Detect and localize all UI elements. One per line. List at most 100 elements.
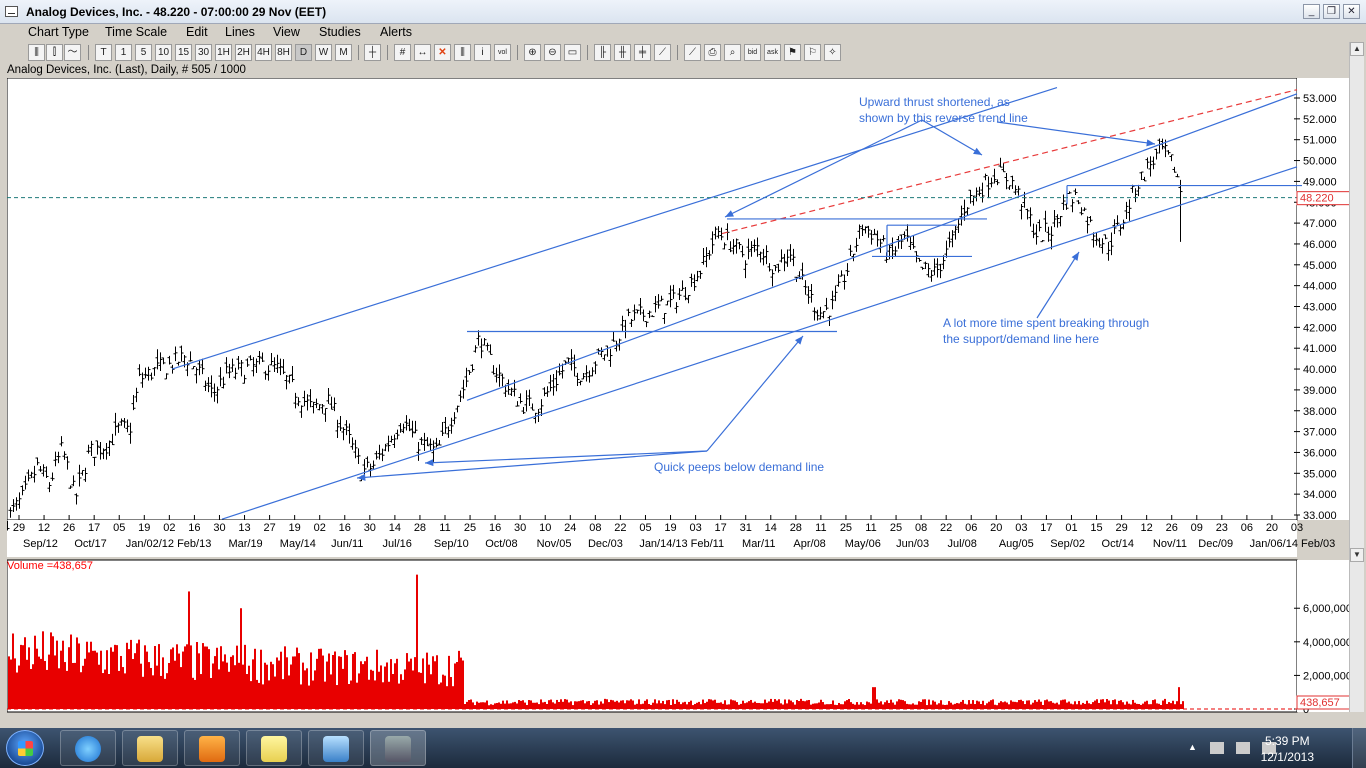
volume-bar xyxy=(304,670,306,709)
menu-lines[interactable]: Lines xyxy=(225,25,255,39)
volume-bar xyxy=(864,705,866,709)
price-volume-chart[interactable]: 53.00052.00051.00050.00049.00048.00047.0… xyxy=(5,77,1357,716)
volume-bar xyxy=(982,700,984,709)
volume-bar xyxy=(554,703,556,709)
info-icon[interactable]: i xyxy=(474,44,491,61)
taskbar-ie[interactable] xyxy=(60,730,116,766)
print-icon[interactable]: ⎙ xyxy=(704,44,721,61)
period-10min-button[interactable]: 10 xyxy=(155,44,172,61)
zoom-out-icon[interactable]: ⊖ xyxy=(544,44,561,61)
period-1min-button[interactable]: 1 xyxy=(115,44,132,61)
volume-bar xyxy=(1096,699,1098,709)
volume-bar xyxy=(838,702,840,709)
grid-icon[interactable]: # xyxy=(394,44,411,61)
period-4h-button[interactable]: 4H xyxy=(255,44,272,61)
toolbar-separator xyxy=(677,45,678,60)
scroll-down-arrow-icon[interactable]: ▼ xyxy=(1350,548,1364,562)
minimize-button[interactable]: _ xyxy=(1303,4,1320,19)
volume-bar xyxy=(958,703,960,709)
alert-3-icon[interactable]: ✧ xyxy=(824,44,841,61)
period-5min-button[interactable]: 5 xyxy=(135,44,152,61)
period-15min-button[interactable]: 15 xyxy=(175,44,192,61)
volume-bar xyxy=(842,704,844,709)
taskbar-network[interactable] xyxy=(308,730,364,766)
taskbar-explorer[interactable] xyxy=(122,730,178,766)
restore-button[interactable]: ❐ xyxy=(1323,4,1340,19)
study-3-icon[interactable]: ╪ xyxy=(634,44,651,61)
taskbar-media[interactable] xyxy=(184,730,240,766)
menu-edit[interactable]: Edit xyxy=(186,25,208,39)
action-center-icon[interactable] xyxy=(1210,742,1224,754)
alert-2-icon[interactable]: ⚐ xyxy=(804,44,821,61)
period-2h-button[interactable]: 2H xyxy=(235,44,252,61)
menu-view[interactable]: View xyxy=(273,25,300,39)
show-desktop-button[interactable] xyxy=(1352,728,1366,768)
bar-chart-icon[interactable]: ⫼ xyxy=(28,44,45,61)
volume-bar xyxy=(270,661,272,709)
volume-bar xyxy=(84,658,86,709)
volume-bar xyxy=(518,700,520,709)
volume-bar xyxy=(702,699,704,709)
volume-bar xyxy=(846,700,848,709)
scroll-up-arrow-icon[interactable]: ▲ xyxy=(1350,42,1364,56)
volume-bar xyxy=(808,699,810,709)
volume-bar xyxy=(858,704,860,709)
period-1h-button[interactable]: 1H xyxy=(215,44,232,61)
period-tick-button[interactable]: T xyxy=(95,44,112,61)
period-30min-button[interactable]: 30 xyxy=(195,44,212,61)
zoom-reset-icon[interactable]: ▭ xyxy=(564,44,581,61)
close-button[interactable]: ✕ xyxy=(1343,4,1360,19)
period-monthly-button[interactable]: M xyxy=(335,44,352,61)
chart-area[interactable]: 53.00052.00051.00050.00049.00048.00047.0… xyxy=(5,77,1357,716)
draw-line-icon[interactable]: ⟋ xyxy=(684,44,701,61)
study-4-icon[interactable]: ⟋ xyxy=(654,44,671,61)
print-preview-icon[interactable]: ⌕ xyxy=(724,44,741,61)
volume-bar xyxy=(12,633,14,709)
time-axis-month-label: Oct/14 xyxy=(1102,538,1134,550)
volume-bar xyxy=(894,704,896,709)
vertical-scrollbar[interactable]: ▲ ▼ xyxy=(1349,42,1364,712)
volume-bar xyxy=(8,656,10,709)
menu-time-scale[interactable]: Time Scale xyxy=(105,25,167,39)
volume-bar xyxy=(356,682,358,709)
menu-chart-type[interactable]: Chart Type xyxy=(28,25,89,39)
time-axis-day-label: 23 xyxy=(1216,522,1228,534)
ask-icon[interactable]: ask xyxy=(764,44,781,61)
volume-bar xyxy=(348,684,350,709)
volume-bar xyxy=(164,678,166,709)
study-1-icon[interactable]: ╟ xyxy=(594,44,611,61)
bar-spacing-icon[interactable]: ⫼ xyxy=(454,44,471,61)
price-axis-label: 52.000 xyxy=(1303,114,1337,126)
line-chart-icon[interactable]: 〜 xyxy=(64,44,81,61)
time-axis-day-label: 16 xyxy=(489,522,501,534)
period-daily-button[interactable]: D xyxy=(295,44,312,61)
pan-icon[interactable]: ↔ xyxy=(414,44,431,61)
taskbar-notes[interactable] xyxy=(246,730,302,766)
bid-icon[interactable]: bid xyxy=(744,44,761,61)
menu-alerts[interactable]: Alerts xyxy=(380,25,412,39)
volume-icon[interactable]: vol xyxy=(494,44,511,61)
volume-bar xyxy=(392,674,394,709)
study-2-icon[interactable]: ╫ xyxy=(614,44,631,61)
time-axis-day-label: 29 xyxy=(13,522,25,534)
volume-bar xyxy=(738,704,740,709)
volume-bar xyxy=(526,704,528,709)
alert-1-icon[interactable]: ⚑ xyxy=(784,44,801,61)
time-axis-month-label: Feb/13 xyxy=(177,538,211,550)
system-clock[interactable]: 5:39 PM 12/1/2013 xyxy=(1261,733,1314,765)
delete-lines-icon[interactable]: ✕ xyxy=(434,44,451,61)
crosshair-icon[interactable]: ┼ xyxy=(364,44,381,61)
start-button[interactable] xyxy=(6,730,44,766)
volume-bar xyxy=(436,655,438,709)
volume-bar xyxy=(1036,701,1038,709)
volume-bar xyxy=(512,702,514,709)
zoom-in-icon[interactable]: ⊕ xyxy=(524,44,541,61)
candle-chart-icon[interactable]: ⫿ xyxy=(46,44,63,61)
volume-bar xyxy=(766,702,768,709)
taskbar-charting-app[interactable] xyxy=(370,730,426,766)
period-weekly-button[interactable]: W xyxy=(315,44,332,61)
period-8h-button[interactable]: 8H xyxy=(275,44,292,61)
menu-studies[interactable]: Studies xyxy=(319,25,361,39)
tray-expand-icon[interactable]: ▲ xyxy=(1188,742,1202,754)
network-status-icon[interactable] xyxy=(1236,742,1250,754)
